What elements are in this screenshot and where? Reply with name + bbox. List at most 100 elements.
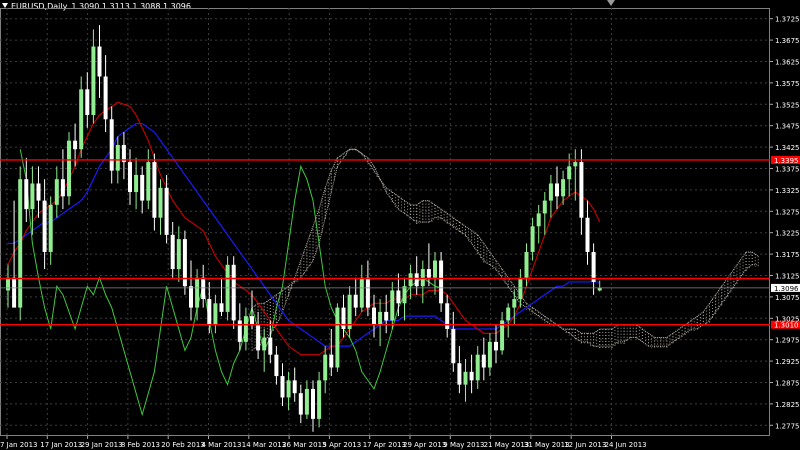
bear-candle (12, 277, 17, 308)
y-tick-label: 1.2875 (775, 380, 800, 388)
bear-candle (237, 320, 242, 342)
bear-candle (384, 311, 389, 321)
bear-candle (109, 119, 114, 171)
bear-candle (396, 290, 401, 304)
level-price-label: 1.3395 (774, 157, 799, 165)
bull-candle (536, 213, 541, 227)
bear-candle (268, 337, 273, 355)
bull-candle (79, 89, 84, 150)
bull-candle (512, 299, 517, 308)
bear-candle (103, 76, 108, 120)
bull-candle (463, 371, 468, 385)
x-tick-label: 31 May 2013 (524, 441, 570, 449)
bear-candle (231, 264, 236, 321)
bull-candle (48, 204, 53, 252)
x-tick-label: 7 Jan 2013 (0, 441, 38, 449)
bull-candle (18, 179, 23, 308)
x-tick-label: 17 Apr 2013 (363, 441, 406, 449)
bear-candle (426, 269, 431, 278)
bear-candle (164, 187, 169, 235)
bear-candle (353, 294, 358, 308)
y-tick-label: 1.3275 (775, 208, 800, 216)
y-tick-label: 1.3025 (775, 315, 800, 323)
bear-candle (555, 183, 559, 197)
bull-candle (213, 303, 218, 325)
bear-candle (274, 354, 279, 377)
bear-candle (585, 217, 590, 252)
bull-candle (91, 46, 96, 115)
bear-candle (85, 89, 90, 115)
bear-candle (469, 371, 474, 381)
bear-candle (591, 251, 596, 282)
bear-candle (280, 376, 285, 398)
bull-candle (67, 140, 71, 197)
x-tick-label: 21 May 2013 (484, 441, 530, 449)
y-tick-label: 1.2925 (775, 358, 800, 366)
kijun-sen-line (8, 122, 600, 347)
bear-candle (311, 388, 315, 419)
x-tick-label: 17 Jan 2013 (40, 441, 82, 449)
bull-candle (286, 380, 291, 398)
bull-candle (323, 354, 328, 381)
bull-candle (402, 286, 407, 304)
candles (6, 25, 602, 432)
x-tick-label: 20 Feb 2013 (161, 441, 205, 449)
x-tick-label: 9 May 2013 (443, 441, 484, 449)
bear-candle (579, 162, 584, 218)
bear-candle (152, 162, 157, 218)
y-tick-label: 1.3625 (775, 59, 800, 67)
bear-candle (128, 162, 132, 193)
y-tick-label: 1.3075 (775, 294, 800, 302)
y-tick-label: 1.3225 (775, 230, 800, 238)
price-chart[interactable]: 1.33951.30101.3096 1.37251.36751.36251.3… (0, 0, 800, 450)
x-tick-label: 4 Mar 2013 (202, 441, 242, 449)
y-tick-label: 1.2775 (775, 422, 800, 430)
bear-candle (140, 174, 145, 201)
bull-candle (530, 226, 535, 252)
bull-candle (542, 200, 547, 214)
bull-candle (390, 290, 395, 321)
y-tick-label: 1.2825 (775, 401, 800, 409)
bull-candle (195, 277, 200, 308)
x-tick-label: 24 Jun 2013 (605, 441, 647, 449)
bull-candle (506, 307, 511, 321)
bull-candle (524, 251, 529, 278)
bull-candle (30, 183, 35, 210)
bear-candle (36, 183, 41, 201)
axes: 1.3725 1.3675 1.3625 1.3575 1.3525 1.3475 1.34… (0, 16, 800, 449)
bear-candle (73, 140, 78, 150)
bear-candle (451, 329, 456, 364)
bull-candle (146, 162, 151, 201)
bull-candle (408, 273, 413, 287)
x-tick-label: 8 Feb 2013 (121, 441, 160, 449)
bull-candle (134, 174, 139, 193)
bear-candle (414, 273, 419, 287)
x-tick-label: 29 Apr 2013 (403, 441, 446, 449)
bear-candle (457, 363, 462, 385)
bull-candle (176, 239, 181, 270)
bull-candle (518, 277, 523, 300)
y-tick-label: 1.3425 (775, 144, 800, 152)
bear-candle (292, 380, 297, 394)
bear-candle (439, 260, 444, 304)
senkou-span-a (251, 148, 759, 339)
bear-candle (189, 286, 193, 308)
y-tick-label: 1.3375 (775, 166, 800, 174)
bull-candle (359, 277, 364, 308)
bull-candle (225, 264, 230, 312)
bull-candle (475, 354, 480, 381)
y-tick-label: 1.3725 (775, 16, 800, 24)
bear-candle (170, 234, 175, 270)
bull-candle (567, 166, 572, 180)
tenkan-sen-line (7, 101, 601, 356)
chart-grid (0, 8, 770, 436)
bull-candle (378, 311, 383, 325)
bear-candle (97, 46, 102, 77)
y-tick-label: 1.3675 (775, 37, 800, 45)
x-tick-label: 12 Jun 2013 (564, 441, 606, 449)
y-tick-label: 1.2975 (775, 337, 800, 345)
bull-candle (158, 187, 163, 218)
senkou-span-b (251, 148, 759, 351)
y-tick-label: 1.3125 (775, 273, 800, 281)
bull-candle (54, 179, 59, 205)
